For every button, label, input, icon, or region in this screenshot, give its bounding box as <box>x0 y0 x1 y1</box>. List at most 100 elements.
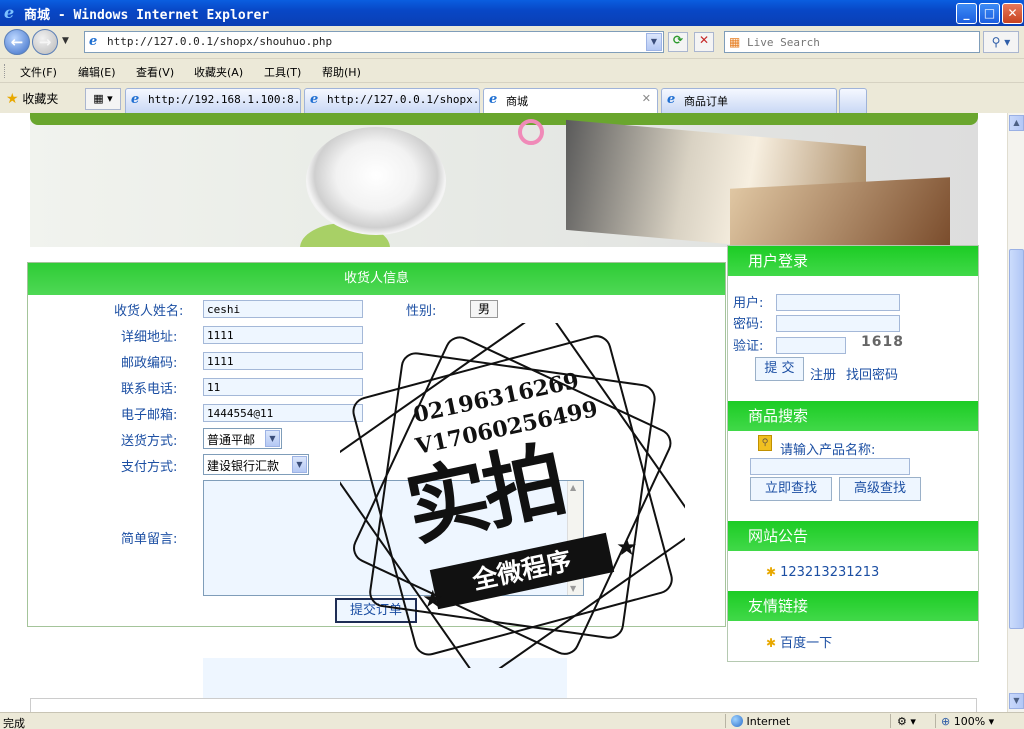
postcode-input[interactable] <box>203 352 363 370</box>
ie-page-icon: e <box>489 92 498 107</box>
tab-3-active[interactable]: e 商城 ✕ <box>483 88 658 113</box>
textarea-scrollbar[interactable]: ▲ ▼ <box>567 481 583 595</box>
menu-help[interactable]: 帮助(H) <box>322 64 361 80</box>
search-now-button[interactable]: 立即查找 <box>750 477 832 501</box>
friend-link[interactable]: ✱ 百度一下 <box>766 632 832 651</box>
scroll-down-icon[interactable]: ▼ <box>1009 693 1024 709</box>
search-go-button[interactable]: ⚲ ▾ <box>983 31 1019 53</box>
menu-tools[interactable]: 工具(T) <box>264 64 301 80</box>
verify-input[interactable] <box>776 337 846 354</box>
payment-label: 支付方式: <box>121 460 178 475</box>
verify-label: 验证: <box>733 339 764 354</box>
password-input[interactable] <box>776 315 900 332</box>
tab-label: http://127.0.0.1/shopx... <box>327 93 480 106</box>
status-text: 完成 <box>3 717 25 729</box>
gender-select[interactable]: 男 <box>470 300 498 318</box>
login-header: 用户登录 <box>728 246 978 276</box>
name-input[interactable] <box>203 300 363 318</box>
ie-logo-icon: e <box>4 3 15 22</box>
notice-item[interactable]: ✱ 123213231213 <box>766 565 879 580</box>
scrollbar-thumb[interactable] <box>1009 249 1024 629</box>
banner-image <box>30 113 978 247</box>
payment-select[interactable]: 建设银行汇款 ▼ <box>203 454 309 475</box>
recover-password-link[interactable]: 找回密码 <box>846 364 898 383</box>
form-header: 收货人信息 <box>28 263 725 295</box>
search-icon: ⚲ <box>758 435 772 451</box>
scroll-up-icon: ▲ <box>570 483 577 492</box>
ie-page-icon: e <box>310 92 319 107</box>
email-input[interactable] <box>203 404 363 422</box>
tab-1[interactable]: e http://192.168.1.100:8... <box>125 88 301 113</box>
chevron-down-icon: ▼ <box>265 430 280 447</box>
security-zone: Internet <box>731 715 790 728</box>
address-bar[interactable]: e http://127.0.0.1/shopx/shouhuo.php ▼ <box>84 31 664 53</box>
menu-favorites[interactable]: 收藏夹(A) <box>194 64 243 80</box>
tab-close-icon[interactable]: ✕ <box>642 92 651 105</box>
submit-order-button[interactable]: 提交订单 <box>335 598 417 623</box>
back-button[interactable]: ← <box>4 29 30 55</box>
notice-item-text: 123213231213 <box>780 565 880 580</box>
scroll-up-icon[interactable]: ▲ <box>1009 115 1024 131</box>
bullet-icon: ✱ <box>766 636 777 650</box>
refresh-button[interactable]: ⟳ <box>668 32 688 52</box>
friend-link-text: 百度一下 <box>780 636 833 651</box>
protected-mode-icon[interactable]: ⚙ ▾ <box>897 715 916 728</box>
status-divider <box>935 714 936 728</box>
page-scrollbar[interactable]: ▲ ▼ <box>1007 113 1024 712</box>
banner-ring <box>518 119 544 145</box>
menu-file[interactable]: 文件(F) <box>20 64 57 80</box>
search-header: 商品搜索 <box>728 401 978 431</box>
tab-2[interactable]: e http://127.0.0.1/shopx... <box>304 88 480 113</box>
favorites-button[interactable]: ★ 收藏夹 <box>6 90 58 107</box>
gender-label: 性别: <box>406 304 437 319</box>
address-input[interactable] <box>203 326 363 344</box>
favorites-label: 收藏夹 <box>22 92 59 106</box>
captcha-image: 1618 <box>861 334 904 350</box>
zoom-control[interactable]: ⊕ 100% ▾ <box>941 715 994 728</box>
address-url[interactable]: http://127.0.0.1/shopx/shouhuo.php <box>107 35 332 48</box>
history-dropdown-icon[interactable]: ▼ <box>62 36 69 46</box>
chevron-down-icon: ▼ <box>292 456 307 473</box>
email-label: 电子邮箱: <box>121 408 178 423</box>
phone-input[interactable] <box>203 378 363 396</box>
zoom-icon: ⊕ <box>941 715 951 728</box>
live-search-icon: ▦ <box>729 35 741 49</box>
forward-button[interactable]: → <box>32 29 58 55</box>
message-textarea[interactable]: ▲ ▼ <box>203 480 584 596</box>
search-block: ⚲ 请输入产品名称: 立即查找 高级查找 <box>728 431 978 521</box>
tab-bar: ★ 收藏夹 ▦ ▾ e http://192.168.1.100:8... e ht… <box>0 82 1024 113</box>
page-icon: e <box>89 34 98 49</box>
address-dropdown-icon[interactable]: ▼ <box>646 33 662 51</box>
menu-view[interactable]: 查看(V) <box>136 64 174 80</box>
stop-button[interactable]: ✕ <box>694 32 714 52</box>
banner-lamp <box>306 127 446 235</box>
zoom-level: 100% <box>953 715 986 728</box>
zone-label: Internet <box>746 715 791 728</box>
minimize-button[interactable]: _ <box>956 3 977 24</box>
product-search-input[interactable] <box>750 458 910 475</box>
menu-bar: 文件(F) 编辑(E) 查看(V) 收藏夹(A) 工具(T) 帮助(H) <box>0 58 1024 82</box>
toolbar-grip <box>4 64 7 78</box>
quick-tabs-button[interactable]: ▦ ▾ <box>85 88 121 110</box>
maximize-button[interactable]: □ <box>979 3 1000 24</box>
search-box[interactable]: ▦ <box>724 31 980 53</box>
page-viewport: 收货人信息 收货人姓名: 性别: 男 详细地址: 邮政编码: 联系电话: 电子邮… <box>0 113 1007 712</box>
address-label: 详细地址: <box>121 330 178 345</box>
star-icon: ★ <box>6 91 19 107</box>
search-input[interactable] <box>747 34 967 50</box>
new-tab-button[interactable] <box>839 88 867 113</box>
notice-header: 网站公告 <box>728 521 978 551</box>
search-prompt: 请输入产品名称: <box>780 443 876 458</box>
login-submit-button[interactable]: 提 交 <box>755 357 804 381</box>
advanced-search-button[interactable]: 高级查找 <box>839 477 921 501</box>
sidebar: 用户登录 用户: 密码: 验证: 1618 提 交 注册 找回密码 商品搜索 ⚲… <box>727 245 979 662</box>
menu-edit[interactable]: 编辑(E) <box>78 64 116 80</box>
register-link[interactable]: 注册 <box>810 364 836 383</box>
ie-page-icon: e <box>131 92 140 107</box>
banner-room-photo-2 <box>730 177 950 247</box>
delivery-select[interactable]: 普通平邮 ▼ <box>203 428 282 449</box>
close-button[interactable]: ✕ <box>1002 3 1023 24</box>
postcode-label: 邮政编码: <box>121 356 178 371</box>
tab-4[interactable]: e 商品订单 <box>661 88 837 113</box>
user-input[interactable] <box>776 294 900 311</box>
